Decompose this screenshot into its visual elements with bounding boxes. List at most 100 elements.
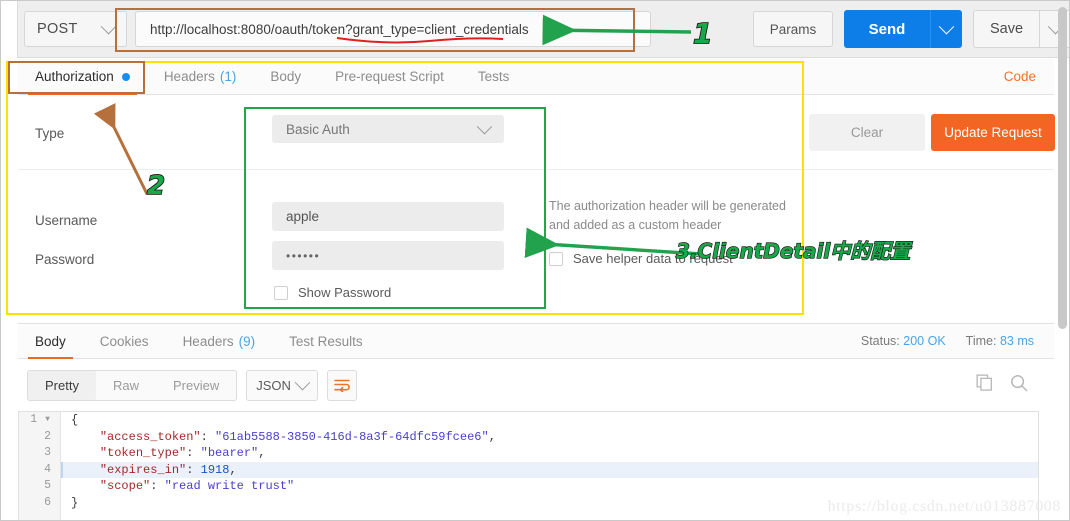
code-token: : [200, 429, 216, 444]
auth-active-dot-icon [121, 72, 130, 81]
tab-response-body-label: Body [35, 333, 66, 349]
password-input[interactable]: •••••• [272, 241, 504, 270]
save-label: Save [989, 21, 1024, 37]
tab-response-headers[interactable]: Headers (9) [166, 323, 273, 359]
code-lines: { "access_token": "61ab5588-3850-416d-8a… [61, 412, 1038, 511]
url-input[interactable]: http://localhost:8080/oauth/token?grant_… [135, 11, 651, 47]
code-line: { [61, 412, 1038, 429]
code-token: "61ab5588-3850-416d-8a3f-64dfc59fcee6" [215, 429, 489, 444]
chevron-down-icon [938, 18, 955, 34]
tab-body[interactable]: Body [253, 59, 318, 95]
code-token: : [186, 462, 201, 477]
update-request-label: Update Request [944, 125, 1042, 140]
checkbox-icon[interactable] [274, 285, 288, 300]
copy-icon [976, 374, 992, 391]
send-label: Send [868, 20, 906, 38]
tab-authorization[interactable]: Authorization [18, 59, 147, 95]
status-badge: Status: 200 OK [861, 334, 946, 348]
tab-tests-label: Tests [477, 69, 510, 84]
code-line: "access_token": "61ab5588-3850-416d-8a3f… [61, 429, 1038, 446]
send-options-button[interactable] [930, 10, 962, 48]
request-url-bar: POST http://localhost:8080/oauth/token?g… [1, 1, 1069, 58]
http-method-select[interactable]: POST [24, 11, 127, 47]
response-format-select[interactable]: JSON [246, 369, 319, 401]
search-button[interactable] [1010, 374, 1028, 397]
tab-response-headers-label: Headers [182, 333, 234, 349]
auth-helper-text: The authorization header will be generat… [549, 199, 786, 232]
tab-response-cookies-label: Cookies [99, 333, 149, 349]
username-input[interactable]: apple [272, 202, 504, 231]
copy-button[interactable] [976, 374, 993, 396]
clear-label: Clear [850, 125, 884, 140]
left-rail [1, 1, 18, 58]
save-button-group: Save [973, 10, 1069, 48]
watermark: https://blog.csdn.net/u013887008 [827, 498, 1061, 515]
code-token: "expires_in" [99, 462, 187, 477]
tab-pre-request-script-label: Pre-request Script [335, 69, 444, 84]
code-token: : [186, 446, 201, 460]
status-label: Status: [860, 334, 900, 348]
clear-button[interactable]: Clear [809, 114, 925, 151]
username-label: Username [35, 213, 98, 228]
code-line: "expires_in": 1918, [61, 461, 1038, 478]
code-token: { [71, 413, 79, 427]
tab-authorization-label: Authorization [35, 69, 114, 84]
code-token: "access_token" [99, 429, 201, 444]
show-password-checkbox-row[interactable]: Show Password [274, 285, 391, 300]
view-mode-segmented-control: Pretty Raw Preview [27, 369, 238, 401]
code-line-number: 5 [44, 479, 51, 492]
body-actions [976, 374, 1028, 397]
tab-test-results-label: Test Results [289, 333, 363, 349]
chevron-down-icon [476, 118, 493, 134]
params-button[interactable]: Params [753, 11, 833, 47]
code-token: , [488, 429, 496, 444]
password-label: Password [35, 252, 95, 267]
update-request-button[interactable]: Update Request [931, 114, 1055, 151]
checkbox-icon[interactable] [549, 251, 563, 266]
tab-response-cookies[interactable]: Cookies [83, 323, 166, 359]
code-token: 1918 [200, 462, 230, 477]
code-token: "token_type" [99, 446, 187, 460]
annotation-marker-2: 2 [146, 170, 166, 202]
send-button[interactable]: Send [844, 10, 930, 48]
tab-tests[interactable]: Tests [461, 59, 527, 95]
word-wrap-button[interactable] [327, 369, 358, 401]
view-mode-raw[interactable]: Raw [96, 371, 156, 400]
code-token: } [71, 495, 79, 510]
word-wrap-icon [334, 379, 351, 392]
code-line-number: 2 [44, 429, 51, 443]
show-password-label: Show Password [298, 285, 392, 300]
tab-response-body[interactable]: Body [18, 323, 83, 359]
tab-pre-request-script[interactable]: Pre-request Script [318, 59, 461, 95]
http-method-label: POST [37, 21, 78, 37]
request-tabs: Authorization Headers (1) Body Pre-reque… [18, 59, 1054, 95]
code-line-number: 4 [44, 462, 51, 476]
username-value: apple [286, 209, 320, 224]
send-button-group: Send [844, 10, 962, 48]
code-token: "scope" [99, 479, 151, 493]
code-line: "token_type": "bearer", [61, 445, 1038, 462]
view-mode-preview[interactable]: Preview [156, 371, 236, 400]
response-format-value: JSON [256, 377, 291, 393]
tab-headers-label: Headers [163, 69, 215, 84]
status-value: 200 OK [903, 334, 946, 348]
type-label: Type [35, 126, 65, 141]
tab-headers-count: (1) [219, 69, 237, 84]
auth-type-select[interactable]: Basic Auth [272, 115, 504, 143]
vertical-scrollbar[interactable] [1058, 7, 1067, 329]
response-meta: Status: 200 OK Time: 83 ms [861, 334, 1034, 348]
response-tabs: Body Cookies Headers (9) Test Results St… [18, 323, 1054, 359]
code-line-number: 6 [44, 495, 51, 509]
code-link[interactable]: Code [1004, 69, 1036, 84]
params-label: Params [769, 21, 817, 37]
code-token: "read write trust" [164, 479, 295, 493]
tab-test-results[interactable]: Test Results [272, 323, 380, 359]
annotation-marker-1: 1 [692, 16, 713, 51]
view-mode-pretty[interactable]: Pretty [28, 370, 96, 400]
tab-headers[interactable]: Headers (1) [147, 59, 254, 95]
code-token: , [229, 462, 237, 477]
save-button[interactable]: Save [973, 10, 1039, 48]
code-token: "bearer" [200, 446, 259, 460]
authorization-panel: Type Basic Auth Clear Update Request Use… [18, 96, 1055, 318]
code-gutter: 1 ▾ 2 3 4 5 6 [19, 412, 61, 520]
